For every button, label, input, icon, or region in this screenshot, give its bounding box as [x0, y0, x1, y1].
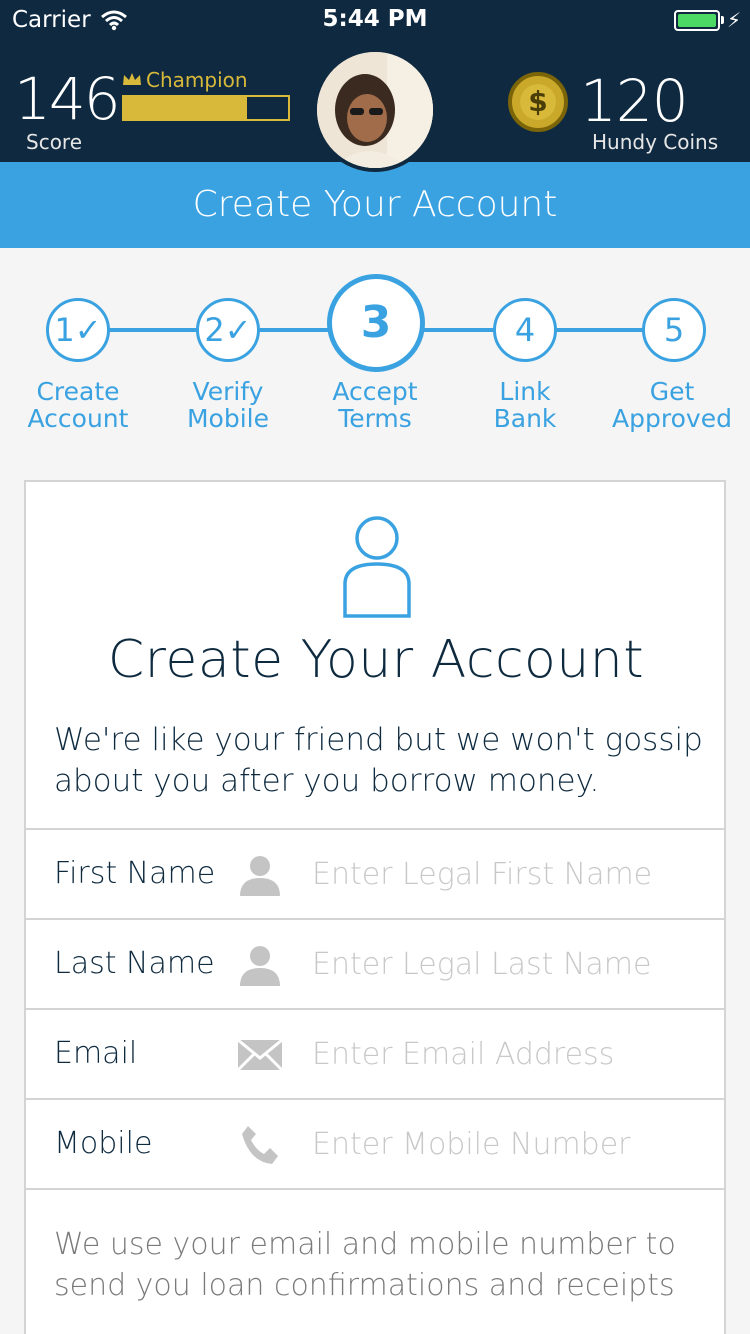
- email-input[interactable]: [312, 1028, 712, 1080]
- step-2-circle[interactable]: 2✓: [196, 298, 260, 362]
- user-outline-icon: [343, 516, 411, 618]
- last-name-row: Last Name: [26, 918, 726, 1008]
- contact-usage-note: We use your email and mobile number to s…: [54, 1227, 676, 1303]
- mobile-row: Mobile: [26, 1098, 726, 1188]
- score-value: 146: [14, 65, 121, 133]
- step-4-circle[interactable]: 4: [493, 298, 557, 362]
- step-3-circle[interactable]: 3: [327, 274, 425, 372]
- rank-progress-bar: [122, 95, 290, 121]
- step-5-label: Get Approved: [612, 377, 732, 433]
- status-time: 5:44 PM: [322, 6, 428, 32]
- coin-symbol: $: [520, 84, 556, 120]
- first-name-label: First Name: [54, 856, 216, 891]
- title-bar: Create Your Account: [0, 162, 750, 248]
- coins-value: 120: [580, 67, 689, 135]
- crown-icon: [123, 73, 141, 85]
- coin-icon: $: [508, 72, 568, 132]
- first-name-input[interactable]: [312, 848, 712, 900]
- status-bar: Carrier 5:44 PM ⚡: [0, 0, 750, 40]
- last-name-label: Last Name: [54, 946, 215, 981]
- rank-label: Champion: [146, 68, 248, 92]
- step-1-circle[interactable]: 1✓: [46, 298, 110, 362]
- email-label: Email: [54, 1036, 138, 1071]
- step-5-circle[interactable]: 5: [642, 298, 706, 362]
- envelope-icon: [236, 1038, 284, 1072]
- card-description: We're like your friend but we won't goss…: [54, 722, 703, 799]
- mobile-label: Mobile: [54, 1126, 153, 1161]
- battery-icon: [674, 10, 720, 31]
- email-row: Email: [26, 1008, 726, 1098]
- charging-icon: ⚡: [727, 8, 742, 32]
- first-name-row: First Name: [26, 828, 726, 918]
- step-3-label: Accept Terms: [332, 377, 418, 433]
- step-2-label: Verify Mobile: [186, 377, 269, 433]
- person-icon: [240, 946, 280, 986]
- create-account-card: Create Your Account We're like your frie…: [24, 480, 726, 1334]
- person-icon: [240, 856, 280, 896]
- progress-stepper: 1✓ 2✓ 3 4 5 Create Account Verify Mobile…: [0, 248, 750, 478]
- avatar[interactable]: [313, 48, 437, 172]
- mobile-input[interactable]: [312, 1118, 712, 1170]
- last-name-input[interactable]: [312, 938, 712, 990]
- avatar-photo: [317, 52, 433, 168]
- coins-label: Hundy Coins: [592, 130, 719, 154]
- title-bar-text: Create Your Account: [192, 184, 558, 225]
- step-4-label: Link Bank: [493, 377, 557, 433]
- step-1-label: Create Account: [27, 377, 129, 433]
- phone-icon: [242, 1126, 278, 1164]
- card-title: Create Your Account: [107, 630, 645, 690]
- score-label: Score: [26, 130, 83, 154]
